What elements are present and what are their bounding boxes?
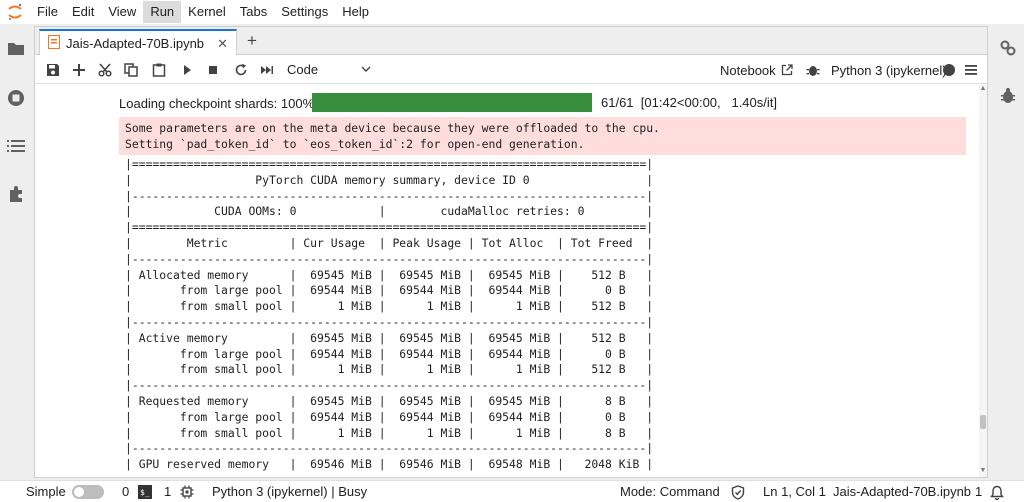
simple-mode-label: Simple bbox=[26, 484, 66, 499]
memory-table-line: | from small pool | 1 MiB | 1 MiB | 1 Mi… bbox=[125, 299, 654, 314]
stderr-line: Setting `pad_token_id` to `eos_token_id`… bbox=[125, 137, 585, 151]
scroll-up-icon[interactable]: ▲ bbox=[979, 85, 987, 95]
notification-count: 1 bbox=[975, 484, 983, 499]
kernel-label: Python 3 (ipykernel) bbox=[831, 62, 947, 78]
jupyter-logo-icon bbox=[0, 0, 30, 24]
bug-icon[interactable] bbox=[803, 60, 823, 80]
kernels-count-value: 1 bbox=[164, 484, 172, 499]
memory-table-line: | Active memory | 69545 MiB | 69545 MiB … bbox=[125, 330, 654, 345]
kernel-busy-icon bbox=[939, 60, 959, 80]
chevron-down-icon bbox=[361, 62, 371, 77]
scroll-thumb[interactable] bbox=[980, 415, 986, 429]
simple-mode-toggle[interactable]: Simple bbox=[26, 484, 104, 500]
memory-table-line: | from small pool | 1 MiB | 1 MiB | 1 Mi… bbox=[125, 425, 654, 440]
memory-table-line: | from large pool | 69544 MiB | 69544 Mi… bbox=[125, 346, 654, 361]
memory-table-line: | Requested memory | 69545 MiB | 69545 M… bbox=[125, 393, 654, 408]
left-sidebar bbox=[0, 24, 32, 480]
memory-table-line: | Allocated memory | 69545 MiB | 69545 M… bbox=[125, 267, 654, 282]
output-scrollbar[interactable]: ▲ ▼ bbox=[979, 85, 987, 477]
progress-label: Loading checkpoint shards: 100% bbox=[119, 95, 315, 111]
memory-table-line: | PyTorch CUDA memory summary, device ID… bbox=[125, 172, 654, 187]
memory-table-line: | GPU reserved memory | 69546 MiB | 6954… bbox=[125, 457, 654, 472]
menu-edit[interactable]: Edit bbox=[65, 1, 101, 23]
stderr-line: Some parameters are on the meta device b… bbox=[125, 121, 660, 135]
command-mode: Mode: Command bbox=[620, 484, 720, 499]
menu-tabs[interactable]: Tabs bbox=[233, 1, 274, 23]
external-link-icon bbox=[781, 64, 793, 76]
kernel-status[interactable]: Python 3 (ipykernel) | Busy bbox=[212, 484, 367, 500]
tab-title: Jais-Adapted-70B.ipynb bbox=[66, 36, 205, 51]
stop-icon[interactable] bbox=[203, 60, 223, 80]
memory-summary-table: |=======================================… bbox=[125, 157, 653, 473]
close-tab-icon[interactable]: ✕ bbox=[217, 36, 228, 52]
toggle-switch[interactable] bbox=[71, 485, 104, 499]
cut-icon[interactable] bbox=[95, 60, 115, 80]
trusted-shield-icon[interactable] bbox=[731, 484, 745, 500]
toc-icon[interactable] bbox=[6, 136, 26, 156]
folder-icon[interactable] bbox=[6, 38, 26, 58]
run-icon[interactable] bbox=[177, 60, 197, 80]
memory-table-line: |---------------------------------------… bbox=[125, 188, 654, 203]
memory-table-line: | from small pool | 1 MiB | 1 MiB | 1 Mi… bbox=[125, 362, 654, 377]
cell-type-select[interactable]: Code bbox=[287, 59, 371, 80]
notebook-toolbar: Code Notebook Python 3 (ipykernel) bbox=[35, 55, 987, 84]
menu-kernel[interactable]: Kernel bbox=[181, 1, 233, 23]
memory-table-line: | Metric | Cur Usage | Peak Usage | Tot … bbox=[125, 235, 654, 250]
progress-bar bbox=[312, 93, 592, 112]
new-tab-button[interactable]: + bbox=[241, 31, 263, 53]
progress-bar-fill bbox=[312, 93, 592, 112]
scroll-down-icon[interactable]: ▼ bbox=[979, 467, 987, 477]
terminals-count-value: 0 bbox=[122, 484, 130, 499]
kernel-chip-icon bbox=[180, 485, 194, 499]
kernel-name-button[interactable]: Python 3 (ipykernel) bbox=[831, 60, 947, 80]
kernels-count[interactable]: 1 bbox=[164, 484, 194, 500]
memory-table-line: |---------------------------------------… bbox=[125, 441, 654, 456]
notebook-label: Notebook bbox=[720, 62, 776, 78]
menu-help[interactable]: Help bbox=[335, 1, 376, 23]
menu-view[interactable]: View bbox=[101, 1, 143, 23]
memory-table-line: |---------------------------------------… bbox=[125, 251, 654, 266]
notebook-panel: Jais-Adapted-70B.ipynb ✕ + Code Notebook… bbox=[34, 26, 988, 478]
running-icon[interactable] bbox=[6, 88, 26, 108]
cell-output: Loading checkpoint shards: 100% 61/61 [0… bbox=[35, 85, 979, 475]
paste-icon[interactable] bbox=[149, 60, 169, 80]
memory-table-line: | CUDA OOMs: 0 | cudaMalloc retries: 0 | bbox=[125, 204, 654, 219]
terminals-count[interactable]: 0 $_ bbox=[122, 484, 153, 500]
menu-icon[interactable] bbox=[961, 60, 981, 80]
terminal-icon: $_ bbox=[138, 485, 153, 499]
tab-notebook[interactable]: Jais-Adapted-70B.ipynb ✕ bbox=[39, 29, 237, 56]
menu-bar: File Edit View Run Kernel Tabs Settings Help bbox=[0, 0, 1024, 24]
cursor-position[interactable]: Ln 1, Col 1 bbox=[763, 484, 826, 500]
right-sidebar bbox=[990, 24, 1024, 480]
memory-table-line: |=======================================… bbox=[125, 157, 654, 171]
menu-settings[interactable]: Settings bbox=[274, 1, 335, 23]
copy-icon[interactable] bbox=[121, 60, 141, 80]
menu-file[interactable]: File bbox=[30, 1, 65, 23]
notebook-file-icon bbox=[48, 35, 60, 52]
save-icon[interactable] bbox=[43, 60, 63, 80]
notebook-open-button[interactable]: Notebook bbox=[720, 60, 793, 80]
cell-type-value: Code bbox=[287, 62, 319, 77]
memory-table-line: |---------------------------------------… bbox=[125, 378, 654, 393]
tab-bar: Jais-Adapted-70B.ipynb ✕ + bbox=[35, 27, 987, 56]
memory-table-line: |---------------------------------------… bbox=[125, 314, 654, 329]
memory-table-line: | from large pool | 69544 MiB | 69544 Mi… bbox=[125, 409, 654, 424]
status-filename: Jais-Adapted-70B.ipynb bbox=[833, 484, 972, 499]
debugger-icon[interactable] bbox=[998, 86, 1018, 106]
bell-icon[interactable] bbox=[990, 484, 1004, 500]
restart-icon[interactable] bbox=[231, 60, 251, 80]
status-bar: Simple 0 $_ 1 Python 3 (ipykernel) | Bus… bbox=[0, 480, 1024, 502]
memory-table-line: |=======================================… bbox=[125, 220, 654, 235]
svg-text:$_: $_ bbox=[140, 488, 150, 497]
menu-run[interactable]: Run bbox=[143, 1, 182, 23]
memory-table-line: | from large pool | 69544 MiB | 69544 Mi… bbox=[125, 283, 654, 298]
insert-cell-icon[interactable] bbox=[69, 60, 89, 80]
progress-stats: 61/61 [01:42<00:00, 1.40s/it] bbox=[601, 95, 777, 110]
extension-icon[interactable] bbox=[6, 184, 26, 204]
property-inspector-icon[interactable] bbox=[998, 38, 1018, 58]
fast-forward-icon[interactable] bbox=[257, 60, 277, 80]
stderr-output: Some parameters are on the meta device b… bbox=[119, 117, 966, 155]
